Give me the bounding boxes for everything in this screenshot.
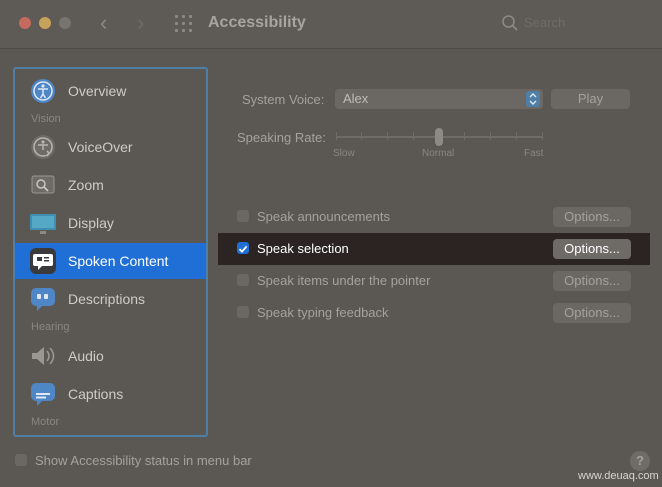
display-icon [30,214,56,234]
sidebar-item-captions[interactable]: Captions [15,376,206,412]
option-label: Speak announcements [257,209,390,224]
sidebar-item-label: Zoom [68,177,104,193]
sidebar-item-zoom[interactable]: Zoom [15,167,206,203]
slider-tick [336,132,337,140]
sidebar-item-label: Captions [68,386,124,402]
speaking-rate-knob[interactable] [435,128,443,146]
audio-icon [32,347,55,365]
slider-tick [413,132,414,140]
sidebar-item-label: Audio [68,348,104,364]
option-label: Speak selection [257,241,349,256]
title-bar: ‹ › Accessibility Search [0,0,662,49]
option-row-speak-items-under-pointer: Speak items under the pointer Options... [218,265,650,297]
sidebar-item-label: VoiceOver [68,139,133,155]
speak-typing-feedback-checkbox[interactable] [237,306,249,318]
option-row-speak-announcements: Speak announcements Options... [218,201,650,233]
voiceover-icon [31,135,55,159]
accessibility-icon [31,79,55,103]
captions-icon [31,383,55,406]
rate-normal-label: Normal [422,148,455,159]
help-button[interactable]: ? [630,451,650,471]
sidebar-item-overview[interactable]: Overview [15,73,206,109]
sidebar-item-label: Spoken Content [68,253,169,269]
speak-selection-options-button[interactable]: Options... [553,239,631,259]
rate-slow-label: Slow [333,148,355,159]
back-button[interactable]: ‹ [100,12,107,34]
sidebar-item-display[interactable]: Display [15,205,206,241]
system-voice-value: Alex [343,91,369,106]
checkmark-icon [238,245,248,253]
slider-tick [490,132,491,140]
close-window-button[interactable] [19,17,31,29]
spoken-content-icon [30,248,56,274]
speak-typing-feedback-options-button[interactable]: Options... [553,303,631,323]
window-title: Accessibility [208,14,306,31]
sidebar-item-spoken-content[interactable]: Spoken Content [15,243,206,279]
system-voice-label: System Voice: [242,92,325,107]
search-input[interactable]: Search [524,15,634,30]
minimize-window-button[interactable] [39,17,51,29]
section-hearing: Hearing [31,321,70,333]
speak-items-under-pointer-options-button[interactable]: Options... [553,271,631,291]
zoom-window-button[interactable] [59,17,71,29]
forward-button[interactable]: › [137,12,144,34]
option-label: Speak typing feedback [257,305,389,320]
speak-items-under-pointer-checkbox[interactable] [237,274,249,286]
system-voice-popup[interactable]: Alex [335,89,543,109]
rate-fast-label: Fast [524,148,544,159]
option-row-speak-selection: Speak selection Options... [218,233,650,265]
option-label: Speak items under the pointer [257,273,431,288]
watermark: www.deuaq.com [578,470,659,482]
speak-announcements-options-button[interactable]: Options... [553,207,631,227]
descriptions-icon [31,288,55,311]
sidebar: Overview Vision VoiceOver Zoom Display S… [13,67,208,437]
option-row-speak-typing-feedback: Speak typing feedback Options... [218,297,650,329]
slider-tick [361,132,362,140]
sidebar-item-label: Overview [68,83,127,99]
speaking-rate-label: Speaking Rate: [237,130,326,145]
chevron-updown-icon [526,91,540,107]
sidebar-item-label: Descriptions [68,291,146,307]
search-icon [502,15,518,31]
slider-tick [464,132,465,140]
sidebar-item-voiceover[interactable]: VoiceOver [15,129,206,165]
speak-selection-checkbox[interactable] [237,242,249,254]
slider-tick [387,132,388,140]
sidebar-item-audio[interactable]: Audio [15,338,206,374]
sidebar-item-label: Display [68,215,114,231]
sidebar-item-descriptions[interactable]: Descriptions [15,281,206,317]
slider-tick [542,132,543,140]
play-button[interactable]: Play [551,89,630,109]
speak-announcements-checkbox[interactable] [237,210,249,222]
show-status-in-menu-bar-checkbox[interactable] [15,454,27,466]
section-vision: Vision [31,113,61,125]
zoom-icon [31,175,55,194]
slider-tick [516,132,517,140]
section-motor: Motor [31,416,60,428]
show-all-grid-icon[interactable] [175,15,193,33]
show-status-in-menu-bar-label: Show Accessibility status in menu bar [35,453,252,468]
